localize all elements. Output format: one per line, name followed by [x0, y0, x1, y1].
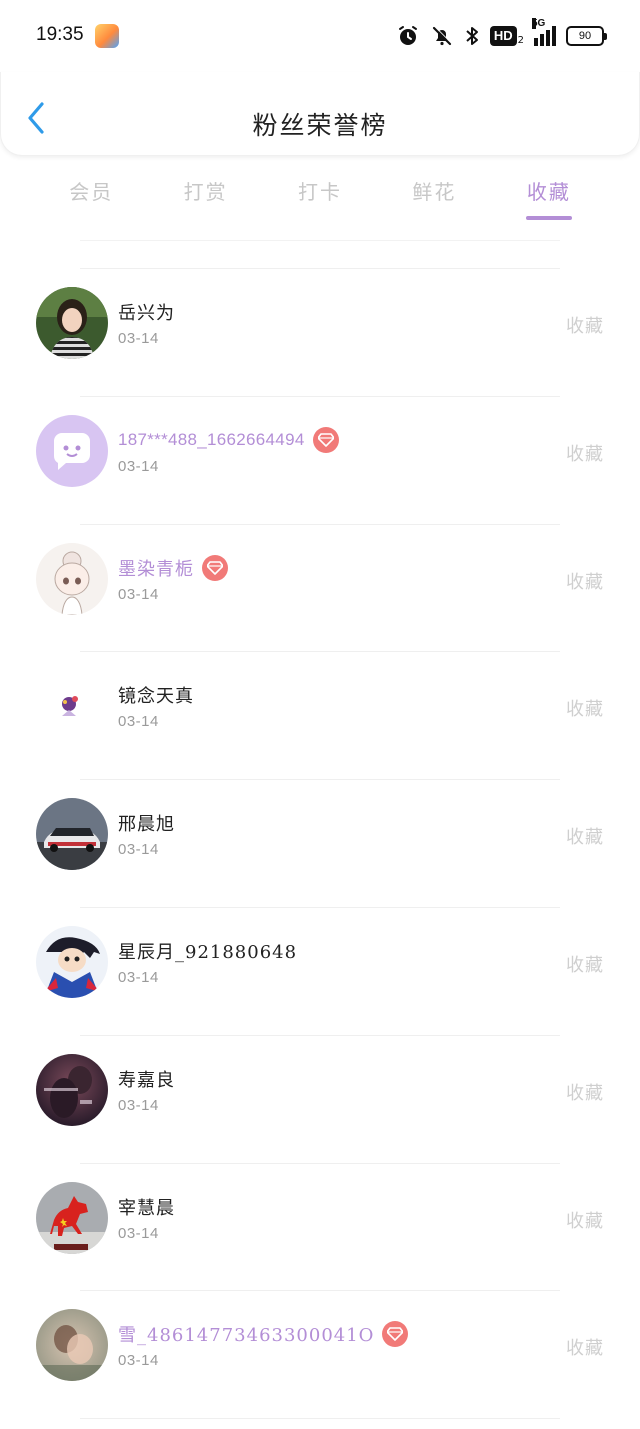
list-item[interactable]: 邢晨旭 03-14 收藏	[0, 779, 640, 907]
divider	[80, 779, 560, 781]
user-date: 03-14	[118, 968, 159, 986]
favorite-label: 收藏	[566, 699, 604, 721]
favorite-label: 收藏	[566, 1338, 604, 1360]
avatar[interactable]	[36, 925, 108, 998]
status-bar: 19:35 HD 2 5G 90	[0, 0, 640, 72]
avatar[interactable]	[36, 287, 108, 359]
tab-tip[interactable]: 打赏	[148, 168, 262, 220]
list-item[interactable]: 雪_48614773463300041O 03-14 收藏	[0, 1290, 640, 1418]
battery-icon: 90	[566, 26, 607, 46]
list-item[interactable]: 宰慧晨 03-14 收藏	[0, 1162, 640, 1291]
user-name: 宰慧晨	[118, 1197, 175, 1219]
user-date: 03-14	[118, 841, 159, 859]
user-name: 寿嘉良	[118, 1069, 175, 1091]
divider	[80, 1034, 560, 1036]
user-name: 星辰月_921880648	[118, 941, 298, 963]
favorite-label: 收藏	[566, 954, 604, 976]
list-item[interactable]: 镜念天真 03-14 收藏	[0, 651, 640, 779]
diamond-icon	[312, 426, 339, 453]
divider	[80, 268, 560, 269]
tab-favorites[interactable]: 收藏	[492, 168, 606, 220]
user-name: 岳兴为	[118, 303, 175, 324]
divider	[80, 395, 560, 397]
divider	[80, 906, 560, 908]
favorite-label: 收藏	[566, 316, 604, 337]
favorite-label: 收藏	[566, 571, 604, 593]
list-item[interactable]: 星辰月_921880648 03-14 收藏	[0, 906, 640, 1035]
hd-icon: HD 2	[489, 26, 524, 46]
user-date: 03-14	[118, 1224, 159, 1242]
tab-bar: 会员 打赏 打卡 鲜花 收藏	[34, 168, 606, 220]
user-date: 03-14	[118, 457, 159, 475]
list-item[interactable]: 墨染青栀 03-14 收藏	[0, 523, 640, 652]
user-date: 03-14	[118, 1352, 159, 1370]
avatar[interactable]	[36, 670, 108, 743]
avatar[interactable]	[36, 1053, 108, 1126]
bluetooth-icon	[464, 24, 480, 48]
user-date: 03-14	[118, 713, 159, 731]
diamond-icon	[202, 554, 228, 581]
signal-icon: 5G	[532, 18, 556, 46]
avatar[interactable]	[36, 1309, 108, 1382]
status-time: 19:35	[36, 24, 84, 45]
user-name: 邢晨旭	[118, 814, 175, 836]
tabs-divider	[80, 240, 560, 241]
tab-flowers[interactable]: 鲜花	[377, 168, 491, 220]
favorite-label: 收藏	[566, 1210, 604, 1232]
favorite-label: 收藏	[566, 443, 604, 465]
tab-membership[interactable]: 会员	[34, 168, 148, 220]
list-item[interactable]: 岳兴为 03-14 收藏	[0, 268, 640, 396]
status-icons: HD 2 5G 90	[396, 18, 607, 50]
battery-level: 90	[578, 30, 592, 42]
avatar[interactable]	[36, 542, 108, 615]
list-item[interactable]: 187***488_1662664494 03-14 收藏	[0, 395, 640, 524]
tab-checkin[interactable]: 打卡	[263, 168, 377, 220]
mute-bell-icon	[430, 24, 454, 48]
divider	[80, 1162, 560, 1164]
divider	[80, 1290, 560, 1292]
favorite-label: 收藏	[566, 1082, 604, 1104]
divider	[80, 523, 560, 525]
user-name: 镜念天真	[118, 686, 194, 708]
user-name: 墨染青栀	[118, 558, 194, 580]
avatar[interactable]	[36, 1181, 108, 1254]
app-notification-icon	[95, 24, 119, 48]
avatar[interactable]	[36, 414, 108, 487]
divider	[80, 651, 560, 653]
alarm-icon	[396, 24, 420, 48]
header-bar: 粉丝荣誉榜	[0, 72, 640, 156]
user-name: 187***488_1662664494	[118, 429, 305, 449]
fan-list: 岳兴为 03-14 收藏 187***488_1662664494 03-14 …	[0, 268, 640, 1418]
user-date: 03-14	[118, 330, 159, 347]
page-title: 粉丝荣誉榜	[252, 111, 388, 140]
divider	[80, 1418, 560, 1419]
list-item[interactable]: 寿嘉良 03-14 收藏	[0, 1034, 640, 1163]
user-date: 03-14	[118, 585, 159, 603]
favorite-label: 收藏	[566, 827, 604, 849]
user-date: 03-14	[118, 1096, 159, 1114]
avatar[interactable]	[36, 798, 108, 871]
diamond-icon	[382, 1321, 409, 1348]
user-name: 雪_48614773463300041O	[118, 1325, 375, 1347]
